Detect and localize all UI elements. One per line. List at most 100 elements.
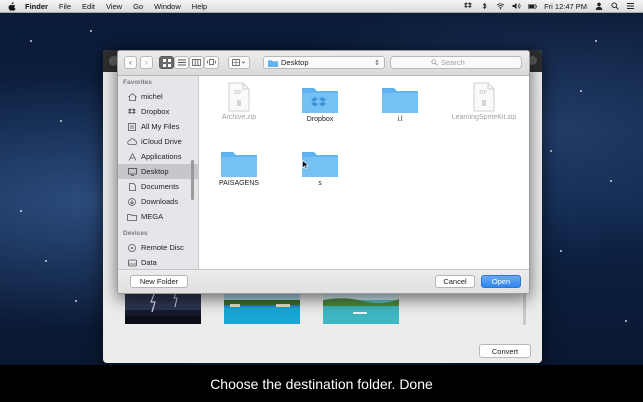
- tutorial-caption: Choose the destination folder. Done: [0, 365, 643, 402]
- file-item-paisagens[interactable]: PAISAGENS: [204, 148, 274, 188]
- sidebar-item-data[interactable]: Data: [118, 255, 198, 269]
- disc-icon: [127, 243, 137, 252]
- mouse-cursor-icon: [302, 160, 309, 169]
- back-button[interactable]: ‹: [124, 56, 137, 69]
- drive-icon: [127, 258, 137, 267]
- list-view-button[interactable]: [174, 56, 189, 69]
- star: [30, 40, 32, 42]
- clock[interactable]: Fri 12:47 PM: [544, 2, 587, 11]
- documents-icon: [127, 182, 137, 191]
- star: [60, 120, 62, 122]
- sidebar-item-mega[interactable]: MEGA: [118, 209, 198, 224]
- sidebar-item-label: Documents: [141, 182, 179, 191]
- file-browser: ZIP Archive.zip Dropbox i.l ZIP Learning…: [199, 76, 529, 269]
- thumbnail-pool[interactable]: [224, 290, 300, 324]
- column-view-button[interactable]: [189, 56, 204, 69]
- search-icon: [431, 59, 438, 66]
- list-icon: [177, 59, 186, 66]
- dropbox-folder-icon: [302, 88, 338, 113]
- cancel-button[interactable]: Cancel: [435, 275, 475, 288]
- sidebar-item-icloud-drive[interactable]: iCloud Drive: [118, 134, 198, 149]
- sidebar-item-desktop[interactable]: Desktop: [118, 164, 198, 179]
- star: [610, 180, 612, 182]
- sidebar-item-downloads[interactable]: Downloads: [118, 194, 198, 209]
- star: [550, 150, 552, 152]
- battery-icon[interactable]: [528, 2, 537, 10]
- sidebar-item-label: Applications: [141, 152, 182, 161]
- menu-file[interactable]: File: [59, 2, 71, 11]
- star: [45, 260, 47, 262]
- search-input[interactable]: [441, 58, 521, 67]
- sidebar-item-label: Desktop: [141, 167, 169, 176]
- convert-button[interactable]: Convert: [479, 344, 531, 358]
- dialog-sidebar: Favorites michel Dropbox All My Files iC…: [118, 76, 199, 269]
- file-item-s[interactable]: s: [285, 148, 355, 188]
- sidebar-item-documents[interactable]: Documents: [118, 179, 198, 194]
- sidebar-item-dropbox[interactable]: Dropbox: [118, 104, 198, 119]
- menu-go[interactable]: Go: [133, 2, 143, 11]
- all-files-icon: [127, 122, 137, 131]
- sidebar-item-label: All My Files: [141, 122, 180, 131]
- star: [75, 300, 77, 302]
- file-item-archive-zip[interactable]: ZIP Archive.zip: [204, 82, 274, 122]
- coverflow-view-button[interactable]: [204, 56, 219, 69]
- sidebar-item-label: MEGA: [141, 212, 164, 221]
- new-folder-button[interactable]: New Folder: [130, 275, 188, 288]
- menu-bar: Finder File Edit View Go Window Help Fri…: [0, 0, 643, 13]
- star: [90, 30, 92, 32]
- star: [20, 210, 22, 212]
- sidebar-item-all-my-files[interactable]: All My Files: [118, 119, 198, 134]
- thumbnail-lightning[interactable]: [125, 290, 201, 324]
- dialog-bottom-bar: New Folder Cancel Open: [118, 269, 529, 293]
- svg-text:ZIP: ZIP: [234, 90, 242, 96]
- desktop-icon: [127, 167, 137, 176]
- file-label: PAISAGENS: [219, 180, 259, 187]
- sidebar-item-remote-disc[interactable]: Remote Disc: [118, 240, 198, 255]
- file-label: i.l: [397, 116, 403, 123]
- dropbox-icon[interactable]: [464, 2, 473, 10]
- menu-edit[interactable]: Edit: [82, 2, 95, 11]
- file-item-learningspritekit-zip[interactable]: ZIP LearningSpriteKit.zip: [449, 82, 519, 122]
- sidebar-item-label: Data: [141, 258, 157, 267]
- menu-view[interactable]: View: [106, 2, 122, 11]
- menu-app-name[interactable]: Finder: [25, 2, 48, 11]
- sidebar-item-label: iCloud Drive: [141, 137, 182, 146]
- location-popup[interactable]: Desktop ⇕: [263, 56, 385, 69]
- bluetooth-icon[interactable]: [480, 2, 489, 10]
- sidebar-item-label: Downloads: [141, 197, 179, 206]
- dropbox-icon: [127, 107, 137, 116]
- applications-icon: [127, 152, 137, 161]
- devices-header: Devices: [123, 230, 148, 237]
- downloads-icon: [127, 197, 137, 206]
- user-icon[interactable]: [594, 2, 603, 10]
- star: [625, 320, 627, 322]
- arrange-button[interactable]: [228, 56, 250, 69]
- favorites-header: Favorites: [123, 79, 152, 86]
- volume-icon[interactable]: [512, 2, 521, 10]
- apple-menu-icon[interactable]: [8, 1, 17, 11]
- icon-view-button[interactable]: [159, 56, 174, 69]
- forward-button[interactable]: ›: [140, 56, 153, 69]
- file-item-i-l[interactable]: i.l: [365, 84, 435, 124]
- zip-file-icon: ZIP: [228, 82, 250, 112]
- file-label: Dropbox: [306, 116, 334, 123]
- file-label: Archive.zip: [221, 114, 257, 121]
- grid-icon: [162, 58, 171, 67]
- sidebar-item-label: michel: [141, 92, 163, 101]
- search-field[interactable]: [390, 56, 522, 69]
- wifi-icon[interactable]: [496, 2, 505, 10]
- thumbnail-lagoon[interactable]: [323, 290, 399, 324]
- sidebar-scrollbar[interactable]: [191, 160, 194, 200]
- spotlight-icon[interactable]: [610, 2, 619, 10]
- file-item-dropbox[interactable]: Dropbox: [285, 84, 355, 124]
- menu-window[interactable]: Window: [154, 2, 181, 11]
- sidebar-item-applications[interactable]: Applications: [118, 149, 198, 164]
- folder-icon: [127, 212, 137, 221]
- open-button[interactable]: Open: [481, 275, 521, 288]
- star: [560, 250, 562, 252]
- sidebar-item-label: Dropbox: [141, 107, 170, 116]
- sidebar-item-label: Remote Disc: [141, 243, 184, 252]
- menu-help[interactable]: Help: [192, 2, 207, 11]
- notification-icon[interactable]: [626, 2, 635, 10]
- sidebar-item-michel[interactable]: michel: [118, 89, 198, 104]
